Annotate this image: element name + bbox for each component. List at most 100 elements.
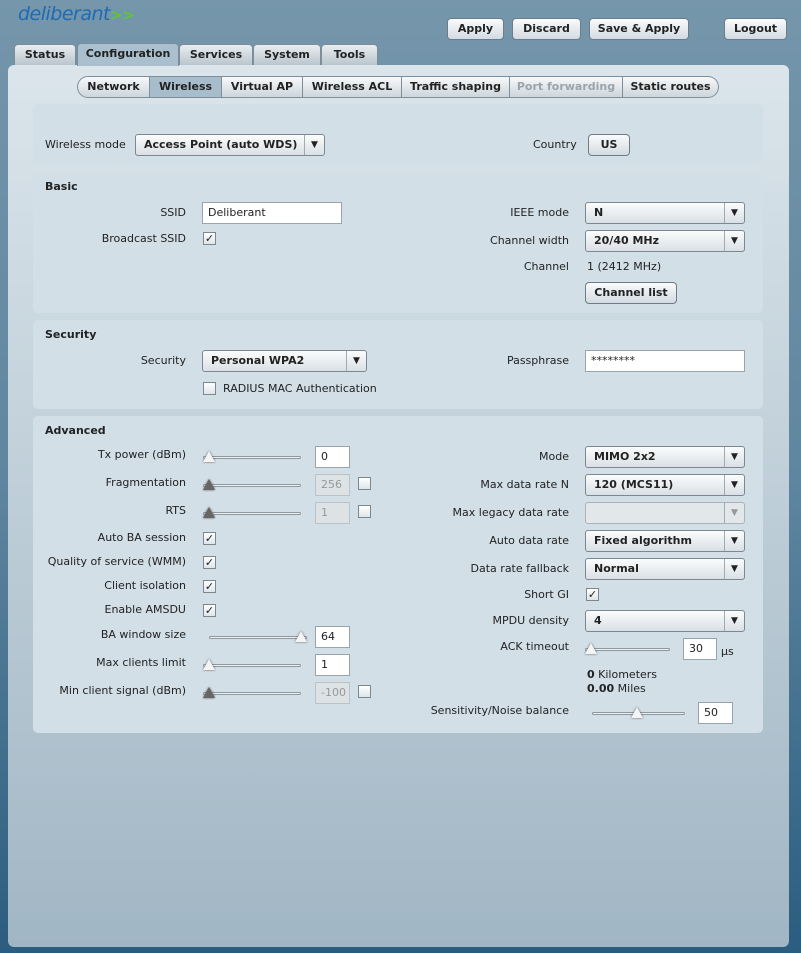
dropdown-arrow-icon: ▼ [346, 351, 366, 371]
broadcast-ssid-checkbox[interactable]: ✓ [203, 232, 216, 245]
mpdu-select[interactable]: 4 ▼ [585, 610, 745, 632]
ack-timeout-slider[interactable] [585, 643, 670, 655]
mode-label: Mode [539, 450, 569, 463]
min-signal-slider [203, 687, 301, 699]
sensitivity-slider[interactable] [592, 707, 685, 719]
min-signal-checkbox[interactable] [358, 685, 371, 698]
ack-timeout-input[interactable]: 30 [683, 638, 717, 660]
fragmentation-input: 256 [315, 474, 350, 496]
tab-tools[interactable]: Tools [321, 44, 378, 65]
tab-system[interactable]: System [253, 44, 321, 65]
subtab-wireless-acl[interactable]: Wireless ACL [303, 76, 402, 98]
ieee-mode-label: IEEE mode [510, 206, 569, 219]
advanced-heading: Advanced [45, 424, 106, 437]
security-label: Security [140, 354, 186, 367]
logout-button[interactable]: Logout [724, 18, 787, 40]
client-isolation-checkbox[interactable]: ✓ [203, 580, 216, 593]
country-button[interactable]: US [588, 134, 630, 156]
ssid-input[interactable]: Deliberant [202, 202, 342, 224]
wireless-mode-value: Access Point (auto WDS) [144, 138, 298, 151]
max-rate-select[interactable]: 120 (MCS11) ▼ [585, 474, 745, 496]
dropdown-arrow-icon: ▼ [724, 503, 744, 523]
rts-label: RTS [165, 504, 186, 517]
broadcast-ssid-label: Broadcast SSID [101, 232, 186, 245]
dropdown-arrow-icon: ▼ [724, 203, 744, 223]
ieee-mode-value: N [594, 206, 604, 219]
ack-unit: µs [721, 645, 734, 658]
ba-window-slider[interactable] [209, 631, 307, 643]
tab-status[interactable]: Status [14, 44, 76, 65]
short-gi-checkbox[interactable]: ✓ [586, 588, 599, 601]
mpdu-label: MPDU density [492, 614, 569, 627]
subtab-static-routes[interactable]: Static routes [623, 76, 719, 98]
ssid-label: SSID [160, 206, 186, 219]
fallback-value: Normal [594, 562, 639, 575]
channel-label: Channel [523, 260, 569, 273]
max-clients-input[interactable]: 1 [315, 654, 350, 676]
passphrase-input[interactable]: ******** [585, 350, 745, 372]
channel-value: 1 (2412 MHz) [587, 260, 662, 273]
radius-mac-checkbox[interactable] [203, 382, 216, 395]
max-clients-slider[interactable] [203, 659, 301, 671]
channel-width-select[interactable]: 20/40 MHz ▼ [585, 230, 745, 252]
auto-rate-select[interactable]: Fixed algorithm ▼ [585, 530, 745, 552]
max-clients-label: Max clients limit [96, 656, 186, 669]
channel-width-value: 20/40 MHz [594, 234, 660, 247]
radius-mac-label: RADIUS MAC Authentication [223, 382, 377, 395]
max-rate-value: 120 (MCS11) [594, 478, 674, 491]
fragmentation-label: Fragmentation [105, 476, 186, 489]
tx-power-slider[interactable] [203, 451, 301, 463]
subtab-network[interactable]: Network [77, 76, 150, 98]
rts-slider [203, 507, 301, 519]
wireless-mode-select[interactable]: Access Point (auto WDS) ▼ [135, 134, 325, 156]
ba-window-label: BA window size [100, 628, 186, 641]
deliberant-logo: deliberant>> [18, 3, 135, 25]
mode-value: MIMO 2x2 [594, 450, 656, 463]
security-heading: Security [45, 328, 97, 341]
auto-rate-label: Auto data rate [489, 534, 569, 547]
country-label: Country [533, 138, 577, 151]
fragmentation-slider [203, 479, 301, 491]
dropdown-arrow-icon: ▼ [724, 531, 744, 551]
rts-checkbox[interactable] [358, 505, 371, 518]
miles-unit: Miles [617, 682, 646, 695]
legacy-rate-select: ▼ [585, 502, 745, 524]
fragmentation-checkbox[interactable] [358, 477, 371, 490]
discard-button[interactable]: Discard [512, 18, 581, 40]
subtab-wireless[interactable]: Wireless [150, 76, 222, 98]
auto-ba-checkbox[interactable]: ✓ [203, 532, 216, 545]
security-select[interactable]: Personal WPA2 ▼ [202, 350, 367, 372]
wireless-mode-label: Wireless mode [45, 138, 126, 151]
tx-power-input[interactable]: 0 [315, 446, 350, 468]
mpdu-value: 4 [594, 614, 602, 627]
amsdu-checkbox[interactable]: ✓ [203, 604, 216, 617]
dropdown-arrow-icon: ▼ [724, 475, 744, 495]
qos-checkbox[interactable]: ✓ [203, 556, 216, 569]
channel-width-label: Channel width [490, 234, 569, 247]
distance-miles: 0.00 Miles [587, 682, 646, 696]
sensitivity-label: Sensitivity/Noise balance [430, 704, 569, 717]
auto-ba-label: Auto BA session [97, 531, 186, 544]
channel-list-button[interactable]: Channel list [585, 282, 677, 304]
dropdown-arrow-icon: ▼ [724, 447, 744, 467]
rts-input: 1 [315, 502, 350, 524]
fallback-select[interactable]: Normal ▼ [585, 558, 745, 580]
subtab-traffic-shaping[interactable]: Traffic shaping [402, 76, 510, 98]
ba-window-input[interactable]: 64 [315, 626, 350, 648]
passphrase-label: Passphrase [506, 354, 569, 367]
tab-configuration[interactable]: Configuration [77, 43, 179, 66]
dropdown-arrow-icon: ▼ [724, 231, 744, 251]
apply-button[interactable]: Apply [447, 18, 504, 40]
legacy-rate-label: Max legacy data rate [452, 506, 569, 519]
ieee-mode-select[interactable]: N ▼ [585, 202, 745, 224]
basic-heading: Basic [45, 180, 78, 193]
tx-power-label: Tx power (dBm) [97, 448, 186, 461]
subtab-virtual-ap[interactable]: Virtual AP [222, 76, 303, 98]
tab-services[interactable]: Services [179, 44, 253, 65]
save-apply-button[interactable]: Save & Apply [589, 18, 689, 40]
client-isolation-label: Client isolation [104, 579, 186, 592]
auto-rate-value: Fixed algorithm [594, 534, 692, 547]
mode-select[interactable]: MIMO 2x2 ▼ [585, 446, 745, 468]
dropdown-arrow-icon: ▼ [724, 611, 744, 631]
sensitivity-input[interactable]: 50 [698, 702, 733, 724]
